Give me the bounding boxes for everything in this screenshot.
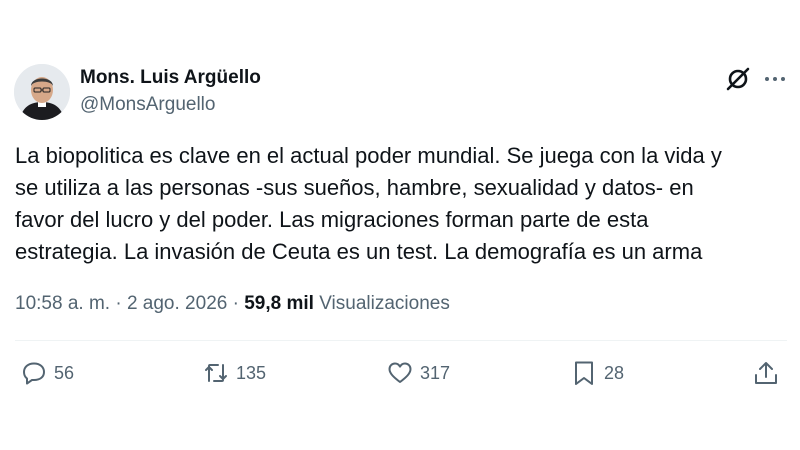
share-button[interactable] [752,358,780,388]
more-icon[interactable] [762,66,788,92]
like-button[interactable]: 317 [386,358,450,388]
bookmark-count: 28 [604,362,625,383]
tweet-text: La biopolitica es clave en el actual pod… [15,143,722,264]
divider [15,340,787,341]
views-count[interactable]: 59,8 mil [244,293,314,314]
retweet-button[interactable]: 135 [202,358,266,388]
tweet-meta: 10:58 a. m. · 2 ago. 2026 · 59,8 mil Vis… [15,292,450,316]
tweet-date[interactable]: 2 ago. 2026 [127,293,227,314]
reply-button[interactable]: 56 [20,358,74,388]
meta-separator: · [115,293,122,314]
retweet-icon [205,364,227,382]
bookmark-icon [575,361,593,385]
grok-icon[interactable] [725,66,751,92]
author-name[interactable]: Mons. Luis Argüello [80,66,261,90]
retweet-count: 135 [236,362,267,383]
reply-icon [23,362,45,385]
meta-separator: · [232,293,239,314]
avatar[interactable] [14,64,70,120]
author-handle[interactable]: @MonsArguello [80,93,261,117]
views-label: Visualizaciones [319,293,450,314]
author-info: Mons. Luis Argüello @MonsArguello [80,66,261,117]
reply-count: 56 [54,362,75,383]
bookmark-button[interactable]: 28 [570,358,624,388]
tweet-card: Mons. Luis Argüello @MonsArguello La bio… [0,0,800,450]
share-icon [755,362,777,384]
like-count: 317 [420,362,451,383]
tweet-time[interactable]: 10:58 a. m. [15,293,110,314]
like-icon [388,362,412,383]
